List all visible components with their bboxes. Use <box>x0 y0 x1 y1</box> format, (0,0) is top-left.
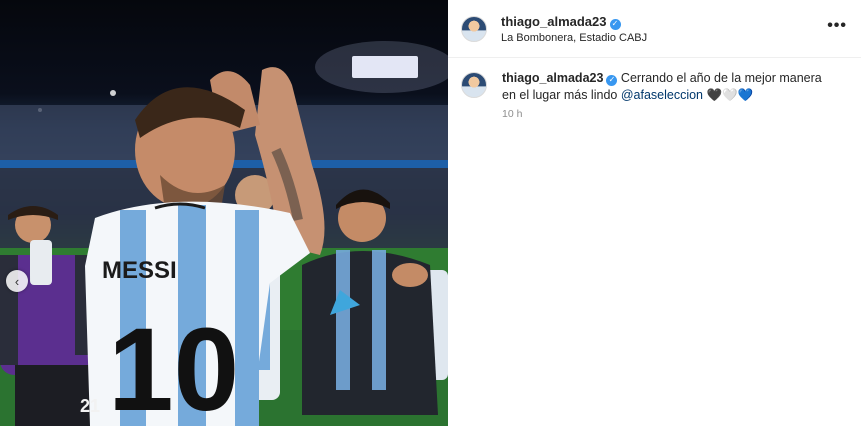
emoji-text: 🖤🤍💙 <box>706 88 754 102</box>
jersey-number: 10 <box>108 304 239 426</box>
verified-badge-icon: ✓ <box>609 18 621 30</box>
caption-username-link[interactable]: thiago_almada23 ✓ <box>502 71 618 86</box>
author-username-link[interactable]: thiago_almada23 ✓ <box>501 14 621 30</box>
left-player-number: 21 <box>80 396 100 416</box>
stadium-scene: MESSI 10 21 <box>0 41 448 426</box>
caption-body: thiago_almada23 ✓ Cerrando el año de la m… <box>502 70 832 104</box>
post-photo[interactable]: MESSI 10 21 ‹ <box>0 0 448 426</box>
more-options-icon[interactable]: ••• <box>827 17 847 35</box>
previous-photo-button[interactable]: ‹ <box>6 270 28 292</box>
post-timestamp[interactable]: 10 h <box>502 108 522 120</box>
avatar[interactable] <box>461 72 487 98</box>
chevron-left-icon: ‹ <box>14 273 20 289</box>
mention-link[interactable]: @afaseleccion <box>621 88 703 102</box>
post-details-panel: thiago_almada23 ✓ La Bombonera, Estadio C… <box>448 0 861 426</box>
verified-badge-icon: ✓ <box>606 74 618 86</box>
jersey-name: MESSI <box>102 257 177 284</box>
post-header: thiago_almada23 ✓ La Bombonera, Estadio C… <box>448 0 861 58</box>
location-link[interactable]: La Bombonera, Estadio CABJ <box>501 32 647 44</box>
avatar[interactable] <box>461 16 487 42</box>
